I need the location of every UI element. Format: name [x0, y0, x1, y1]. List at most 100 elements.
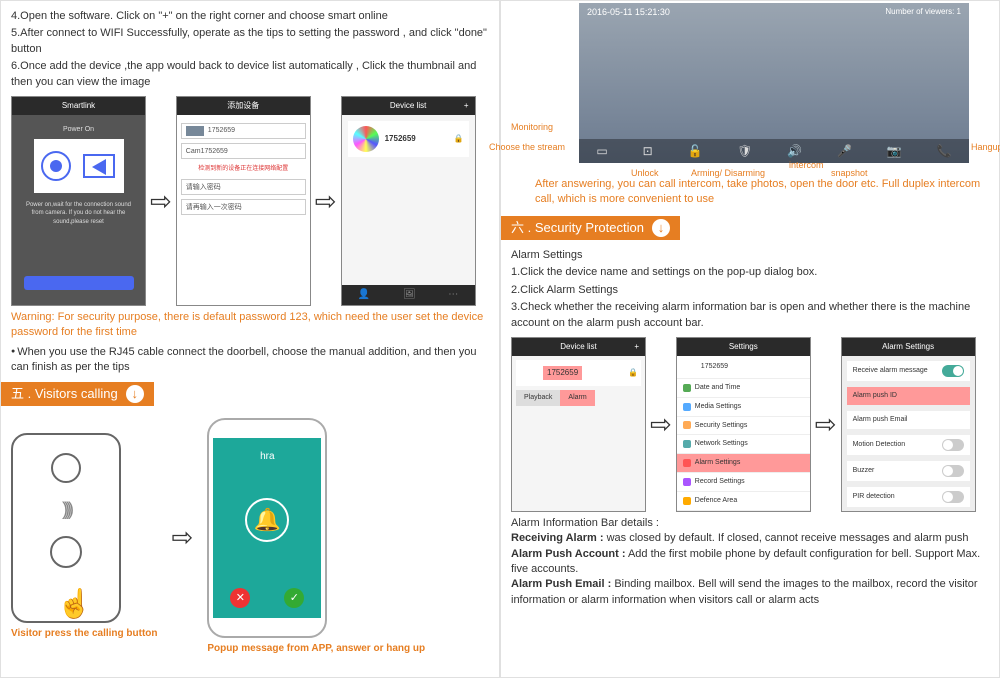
settings-item[interactable]: Network Settings: [677, 435, 810, 454]
lock-icon: 🔒: [454, 133, 464, 144]
warning-text: 检测到新的设备正在连接网络配置: [181, 165, 306, 173]
settings-item[interactable]: Storage settings: [677, 511, 810, 512]
phone-alarm-settings: Alarm Settings Receive alarm message Ala…: [841, 337, 976, 512]
tag-snapshot: snapshot: [831, 167, 868, 180]
phone-add-device: 添加设备 1752659 Cam1752659 检测到新的设备正在连接网络配置 …: [176, 96, 311, 306]
tab-more-icon[interactable]: ⋯: [448, 288, 458, 302]
arrow-icon: ⇨: [650, 406, 672, 442]
arrow-icon: ⇨: [150, 183, 172, 219]
password-confirm-field[interactable]: 请再输入一次密码: [181, 199, 306, 215]
alarm-step-3: 3.Check whether the receiving alarm info…: [511, 300, 989, 331]
arrow-icon: ⇨: [315, 183, 337, 219]
speaker-icon[interactable]: 🔊: [787, 143, 802, 160]
camera-view-diagram: 2016-05-11 15:21:30 Number of viewers: 1…: [511, 3, 991, 173]
tag-monitoring: Monitoring: [511, 121, 553, 134]
settings-item[interactable]: Media Settings: [677, 398, 810, 417]
body: 1752659 🔒 Playback Alarm: [512, 356, 645, 512]
camera-icon[interactable]: 📷: [887, 143, 902, 160]
alarm-step-2: 2.Click Alarm Settings: [511, 283, 989, 298]
toggle-on[interactable]: [942, 365, 964, 377]
shield-icon[interactable]: 🛡: [737, 143, 752, 160]
toggle-off[interactable]: [942, 439, 964, 451]
password-field[interactable]: 请输入密码: [181, 179, 306, 195]
toggle-off[interactable]: [942, 491, 964, 503]
device-card[interactable]: 1752659 🔒: [348, 121, 469, 157]
settings-list: 1752659 Date and Time Media Settings Sec…: [677, 356, 810, 512]
phone-body: 1752659 🔒: [342, 115, 475, 306]
app-header: Alarm Settings: [842, 338, 975, 356]
screenshot-row: Smartlink Power On Power on,wait for the…: [11, 96, 489, 306]
alarm-step-1: 1.Click the device name and settings on …: [511, 265, 989, 280]
settings-item[interactable]: Defence Area: [677, 492, 810, 511]
alarm-item[interactable]: Buzzer: [847, 461, 970, 482]
tab-image-icon[interactable]: 🖼: [403, 288, 416, 302]
down-arrow-icon: ↓: [652, 219, 670, 237]
alarm-item[interactable]: Motion Detection: [847, 435, 970, 456]
settings-item[interactable]: Record Settings: [677, 473, 810, 492]
call-button[interactable]: [50, 536, 82, 568]
stream-selector[interactable]: ▭: [596, 143, 607, 160]
alarm-item[interactable]: PIR detection: [847, 487, 970, 508]
add-icon[interactable]: +: [634, 338, 639, 356]
speaker-waves-icon: )))): [13, 497, 119, 522]
detail-receiving: Receiving Alarm : was closed by default.…: [511, 531, 989, 546]
decline-button[interactable]: ✕: [230, 588, 250, 608]
caller-name: hra: [213, 438, 321, 464]
accept-button[interactable]: ✓: [284, 588, 304, 608]
section-6-header: 六 . Security Protection ↓: [501, 216, 680, 240]
hand-pointer-icon: ☝: [57, 584, 92, 623]
phone-incoming: hra 🔔 ✕ ✓ Popup message from APP, answer…: [207, 418, 425, 656]
after-answer-note: After answering, you can call intercom, …: [535, 177, 989, 208]
camera-diagram: [34, 139, 124, 193]
phone-caption: Popup message from APP, answer or hang u…: [207, 642, 425, 656]
tab-contacts-icon[interactable]: 👤: [358, 288, 370, 302]
alarm-button[interactable]: Alarm: [560, 390, 594, 406]
monitor-icon[interactable]: ⊡: [643, 143, 653, 160]
visitors-row: )))) ☝ Visitor press the calling button …: [11, 418, 489, 656]
down-arrow-icon: ↓: [126, 385, 144, 403]
arrow-icon: ⇨: [815, 406, 837, 442]
bell-icon: 🔔: [245, 498, 289, 542]
device-id: 1752659: [543, 366, 582, 379]
tag-unlock: Unlock: [631, 167, 659, 180]
playback-button[interactable]: Playback: [516, 390, 560, 406]
alarm-title: Alarm Settings: [511, 248, 989, 263]
section-6-title: 六 . Security Protection: [511, 219, 644, 237]
viewer-count: Number of viewers: 1: [885, 6, 961, 17]
app-header: Device list+: [342, 97, 475, 115]
settings-item[interactable]: Date and Time: [677, 379, 810, 398]
device-name: Cam1752659: [186, 148, 228, 155]
lock-icon: 🔒: [628, 367, 638, 378]
timestamp: 2016-05-11 15:21:30: [587, 6, 670, 19]
detail-push-account: Alarm Push Account : Add the first mobil…: [511, 547, 989, 578]
device-card[interactable]: 1752659 🔒: [516, 360, 641, 386]
device-thumbnail-icon: [353, 126, 379, 152]
settings-item-alarm[interactable]: Alarm Settings: [677, 454, 810, 473]
toggle-off[interactable]: [942, 465, 964, 477]
phone-body: Power On Power on,wait for the connectio…: [12, 115, 145, 306]
left-column: 4.Open the software. Click on "+" on the…: [0, 0, 500, 678]
mic-icon[interactable]: 🎤: [837, 143, 852, 160]
doorbell-caption: Visitor press the calling button: [11, 627, 158, 641]
app-header: Settings: [677, 338, 810, 356]
device-id: 1752659: [385, 134, 416, 143]
detail-push-email: Alarm Push Email : Binding mailbox. Bell…: [511, 577, 989, 608]
phone-device-list: Device list+ 1752659 🔒 👤 🖼 ⋯: [341, 96, 476, 306]
add-icon[interactable]: +: [464, 97, 469, 115]
security-warning: Warning: For security purpose, there is …: [11, 310, 489, 341]
camera-feed: 2016-05-11 15:21:30 Number of viewers: 1…: [579, 3, 969, 163]
alarm-item-push-id[interactable]: Alarm push ID: [847, 387, 970, 406]
step-6: 6.Once add the device ,the app would bac…: [11, 59, 489, 90]
control-bar: ▭ ⊡ 🔓 🛡 🔊 🎤 📷 📞: [579, 139, 969, 163]
alarm-item[interactable]: Receive alarm message: [847, 361, 970, 382]
rj45-note: When you use the RJ45 cable connect the …: [11, 345, 489, 376]
doorbell-diagram: )))) ☝ Visitor press the calling button: [11, 433, 158, 641]
settings-item[interactable]: Security Settings: [677, 417, 810, 436]
hangup-icon[interactable]: 📞: [937, 143, 952, 160]
alarm-screenshots: Device list+ 1752659 🔒 Playback Alarm ⇨ …: [511, 337, 989, 512]
phone-settings: Settings 1752659 Date and Time Media Set…: [676, 337, 811, 512]
unlock-icon[interactable]: 🔓: [687, 143, 702, 160]
app-header: Smartlink: [12, 97, 145, 115]
next-button[interactable]: [24, 276, 134, 290]
alarm-item[interactable]: Alarm push Email: [847, 411, 970, 430]
